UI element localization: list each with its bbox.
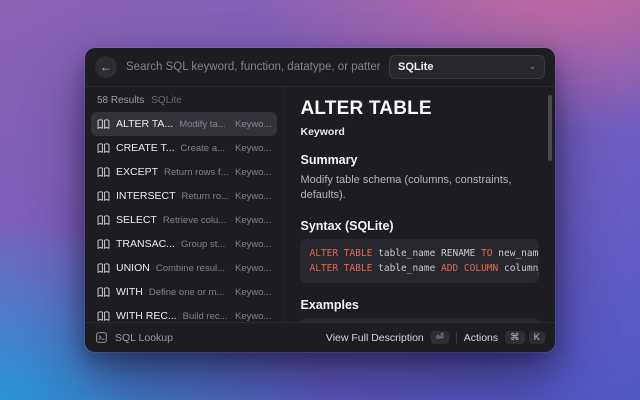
syntax-code-block: ALTER TABLE table_name RENAME TO new_nam… [300,239,539,283]
result-title: TRANSAC... [116,238,175,250]
detail-title: ALTER TABLE [300,98,539,120]
results-scope: SQLite [151,95,182,106]
results-count: 58 Results [97,95,144,106]
result-title: SELECT [116,214,157,226]
keycap-icon: ⌘ [505,331,525,345]
book-icon [97,190,110,203]
result-title: WITH [116,286,143,298]
footer-actions: View Full Description ⏎ Actions ⌘K [326,331,545,345]
chevron-down-icon: ⌄ [528,62,536,71]
result-title: CREATE T... [116,142,175,154]
main-content: 58 Results SQLite ALTER TA... Modify ta..… [85,87,555,322]
result-type-badge: Keywo... [235,311,271,322]
result-subtitle: Create a... [181,143,230,154]
list-item[interactable]: CREATE T... Create a... Keywo... [91,136,277,160]
result-title: WITH REC... [116,310,177,322]
list-item[interactable]: SELECT Retrieve colu... Keywo... [91,208,277,232]
actions-keycaps: ⌘K [505,331,545,345]
footer-divider [456,332,457,344]
result-subtitle: Modify ta... [179,119,229,130]
examples-heading: Examples [300,298,539,312]
back-button[interactable]: ← [95,56,117,78]
results-panel: 58 Results SQLite ALTER TA... Modify ta..… [85,87,284,322]
result-title: EXCEPT [116,166,158,178]
search-input[interactable] [126,61,380,73]
list-item[interactable]: ALTER TA... Modify ta... Keywo... [91,112,277,136]
search-bar: ← SQLite ⌄ [85,48,555,86]
sql-lookup-window: ← SQLite ⌄ 58 Results SQLite ALTER TA...… [85,48,555,352]
list-item[interactable]: TRANSAC... Group st... Keywo... [91,232,277,256]
list-item[interactable]: UNION Combine resul... Keywo... [91,256,277,280]
result-subtitle: Combine resul... [156,263,229,274]
results-list: ALTER TA...Modify ta...Keywo...CREATE T.… [85,111,283,322]
book-icon [97,166,110,179]
actions-button[interactable]: Actions [464,332,498,344]
result-type-badge: Keywo... [235,119,271,130]
result-type-badge: Keywo... [235,215,271,226]
code-line: ALTER TABLE table_name ADD COLUMN column… [309,261,530,276]
dialect-dropdown[interactable]: SQLite ⌄ [389,55,545,79]
result-subtitle: Return ro... [182,191,230,202]
book-icon [97,286,110,299]
summary-text: Modify table schema (columns, constraint… [300,173,539,204]
book-icon [97,310,110,323]
back-icon: ← [100,60,112,74]
results-header: 58 Results SQLite [85,87,283,111]
return-key-icon: ⏎ [431,331,449,345]
result-title: ALTER TA... [116,118,173,130]
detail-panel: ALTER TABLE Keyword Summary Modify table… [284,87,555,322]
list-item[interactable]: WITH REC... Build rec... Keywo... [91,304,277,322]
list-item[interactable]: INTERSECT Return ro... Keywo... [91,184,277,208]
view-full-description-button[interactable]: View Full Description [326,332,424,344]
code-line: ALTER TABLE table_name RENAME TO new_nam… [309,246,530,261]
book-icon [97,262,110,275]
book-icon [97,142,110,155]
result-subtitle: Define one or m... [149,287,229,298]
list-item[interactable]: WITH Define one or m... Keywo... [91,280,277,304]
result-type-badge: Keywo... [235,191,271,202]
result-subtitle: Retrieve colu... [163,215,229,226]
detail-scrollbar[interactable] [548,95,552,161]
book-icon [97,238,110,251]
result-title: UNION [116,262,150,274]
examples-code-block: ALTER TABLE users ADD COLUMN last_login … [300,318,539,322]
result-type-badge: Keywo... [235,239,271,250]
detail-kind-label: Keyword [300,126,539,138]
footer-bar: SQL Lookup View Full Description ⏎ Actio… [85,322,555,352]
result-subtitle: Group st... [181,239,229,250]
keycap-icon: K [529,331,545,345]
result-type-badge: Keywo... [235,143,271,154]
summary-heading: Summary [300,153,539,167]
syntax-heading: Syntax (SQLite) [300,219,539,233]
result-subtitle: Build rec... [183,311,229,322]
result-type-badge: Keywo... [235,167,271,178]
dialect-dropdown-value: SQLite [398,61,433,73]
footer-app-name: SQL Lookup [115,332,173,344]
list-item[interactable]: EXCEPT Return rows f... Keywo... [91,160,277,184]
result-subtitle: Return rows f... [164,167,229,178]
book-icon [97,118,110,131]
app-icon [95,331,108,344]
book-icon [97,214,110,227]
result-type-badge: Keywo... [235,287,271,298]
result-type-badge: Keywo... [235,263,271,274]
result-title: INTERSECT [116,190,176,202]
